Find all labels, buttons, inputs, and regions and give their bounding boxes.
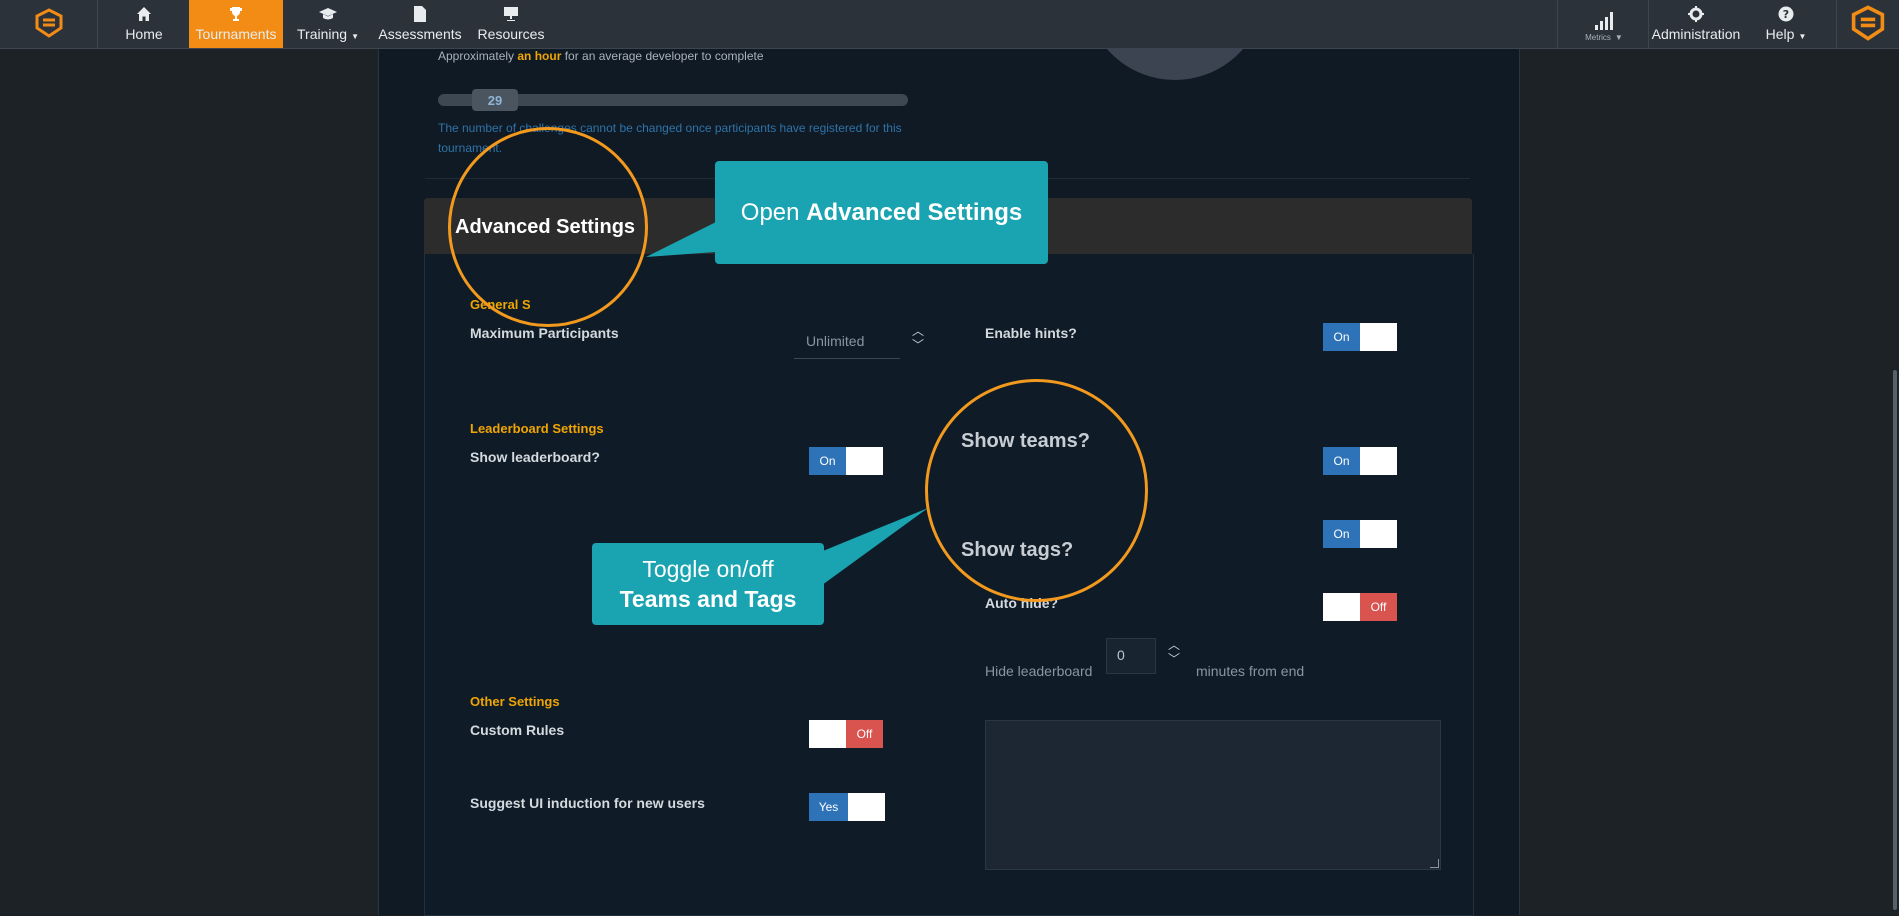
callout1-prefix: Open (740, 199, 800, 226)
callout2-pointer (818, 508, 928, 588)
callout1-bold: Advanced Settings (806, 199, 1023, 226)
callout2-line2: Teams and Tags (619, 586, 797, 612)
callout2-line1: Toggle on/off (642, 556, 774, 582)
highlight-circle-teams-tags (925, 379, 1148, 602)
callout-toggle-teams-tags: Toggle on/off Teams and Tags (592, 543, 824, 625)
callout-open-advanced: Open Advanced Settings (715, 161, 1048, 264)
callout1-pointer (646, 222, 716, 257)
highlight-circle-advanced (448, 127, 648, 327)
